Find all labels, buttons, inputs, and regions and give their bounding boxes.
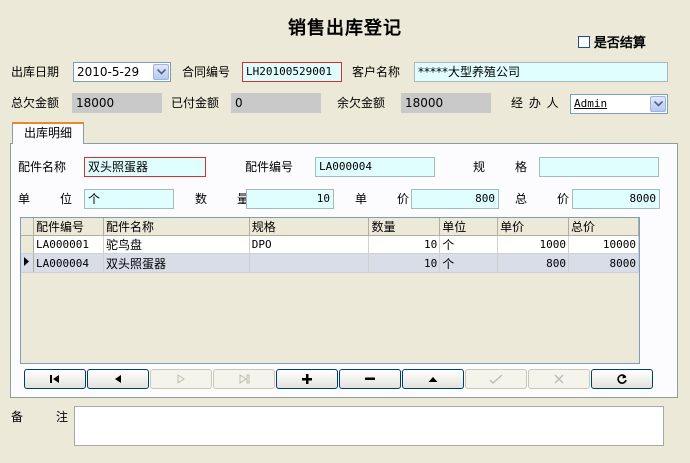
qty-input[interactable]: 10 (246, 189, 334, 209)
part-no-label: 配件编号 (245, 160, 294, 174)
memo-label: 备 注 (11, 410, 72, 424)
part-name-input[interactable]: 双头照蛋器 (84, 157, 206, 177)
delete-record-button[interactable] (339, 369, 401, 389)
cell-unit[interactable]: 个 (439, 235, 499, 254)
handler-label: 经 办 人 (511, 96, 560, 110)
settled-label: 是否结算 (593, 36, 646, 51)
column-header-qty[interactable]: 数量 (368, 218, 441, 236)
current-row-indicator[interactable] (21, 253, 34, 273)
row-indicator[interactable] (21, 235, 34, 254)
details-table: 配件编号 配件名称 规格 数量 单位 单价 总价 LA000001 驼鸟盘 DP… (21, 218, 639, 273)
column-header-total[interactable]: 总价 (568, 218, 639, 236)
insert-record-button[interactable] (276, 369, 338, 389)
cell-total[interactable]: 8000 (568, 253, 639, 273)
contract-no-input[interactable]: LH20100529001 (242, 62, 342, 82)
up-arrow-icon (428, 376, 438, 382)
first-record-button[interactable] (24, 369, 86, 389)
column-header-spec[interactable]: 规格 (249, 218, 370, 236)
cell-price[interactable]: 800 (497, 253, 570, 273)
price-label: 单 价 (355, 192, 412, 206)
column-header-part-no[interactable]: 配件编号 (33, 218, 104, 236)
cell-part-no[interactable]: LA000004 (33, 253, 104, 273)
table-row[interactable]: LA000004 双头照蛋器 10 个 800 8000 (21, 253, 639, 273)
plus-icon (302, 374, 312, 384)
part-name-label: 配件名称 (18, 160, 67, 174)
post-record-button[interactable] (465, 369, 527, 389)
qty-label: 数 量 (195, 192, 252, 206)
cell-qty[interactable]: 10 (368, 235, 441, 254)
paid-amount-label: 已付金额 (171, 96, 220, 110)
contract-no-label: 合同编号 (182, 65, 231, 79)
first-icon (50, 375, 59, 383)
last-record-button[interactable] (213, 369, 275, 389)
price-input[interactable]: 800 (411, 189, 499, 209)
cell-spec[interactable]: DPO (249, 235, 370, 254)
column-header-price[interactable]: 单价 (497, 218, 570, 236)
total-label: 总 价 (515, 192, 572, 206)
last-icon (239, 374, 250, 384)
refresh-icon (617, 374, 627, 384)
cell-part-no[interactable]: LA000001 (33, 235, 104, 254)
total-input[interactable]: 8000 (572, 189, 660, 209)
cell-part-name[interactable]: 双头照蛋器 (103, 253, 250, 273)
record-navigator (24, 369, 654, 389)
out-date-label: 出库日期 (11, 65, 60, 79)
cell-part-name[interactable]: 驼鸟盘 (103, 235, 250, 254)
chevron-down-icon[interactable] (153, 64, 169, 80)
details-grid[interactable]: 配件编号 配件名称 规格 数量 单位 单价 总价 LA000001 驼鸟盘 DP… (20, 217, 640, 364)
edit-record-button[interactable] (402, 369, 464, 389)
balance-label: 余欠金额 (337, 96, 386, 110)
prior-icon (115, 375, 121, 383)
out-date-value: 2010-5-29 (77, 65, 140, 79)
settled-checkbox[interactable]: 是否结算 (578, 32, 646, 51)
prior-record-button[interactable] (87, 369, 149, 389)
table-row[interactable]: LA000001 驼鸟盘 DPO 10 个 1000 10000 (21, 235, 639, 254)
spec-input[interactable] (539, 157, 659, 177)
check-icon (489, 374, 503, 384)
grid-header-row: 配件编号 配件名称 规格 数量 单位 单价 总价 (21, 218, 639, 236)
total-owed-field: 18000 (72, 93, 162, 113)
tab-outbound-details[interactable]: 出库明细 (12, 122, 84, 144)
total-owed-label: 总欠金额 (11, 96, 60, 110)
cancel-record-button[interactable] (528, 369, 590, 389)
cell-total[interactable]: 10000 (568, 235, 639, 254)
chevron-down-icon[interactable] (650, 96, 666, 112)
part-no-input[interactable]: LA000004 (315, 157, 435, 177)
paid-amount-field: 0 (231, 93, 321, 113)
handler-select[interactable]: Admin (570, 94, 668, 114)
balance-field: 18000 (401, 93, 491, 113)
minus-icon (365, 377, 375, 380)
cell-qty[interactable]: 10 (368, 253, 441, 273)
customer-name-label: 客户名称 (352, 65, 401, 79)
cell-unit[interactable]: 个 (439, 253, 499, 273)
unit-input[interactable]: 个 (84, 189, 174, 209)
unit-label: 单 位 (18, 192, 75, 206)
next-icon (177, 374, 185, 384)
x-icon (554, 374, 564, 384)
out-date-picker[interactable]: 2010-5-29 (73, 62, 171, 82)
spec-label: 规 格 (473, 160, 530, 174)
column-header-part-name[interactable]: 配件名称 (103, 218, 250, 236)
column-header-unit[interactable]: 单位 (439, 218, 499, 236)
customer-name-input[interactable]: *****大型养殖公司 (414, 62, 668, 82)
handler-value: Admin (574, 97, 608, 110)
row-pointer-icon (24, 257, 29, 266)
next-record-button[interactable] (150, 369, 212, 389)
memo-textarea[interactable] (74, 406, 664, 446)
cell-price[interactable]: 1000 (497, 235, 570, 254)
refresh-records-button[interactable] (591, 369, 653, 389)
settled-checkbox-box[interactable] (578, 35, 590, 48)
cell-spec[interactable] (249, 253, 370, 273)
